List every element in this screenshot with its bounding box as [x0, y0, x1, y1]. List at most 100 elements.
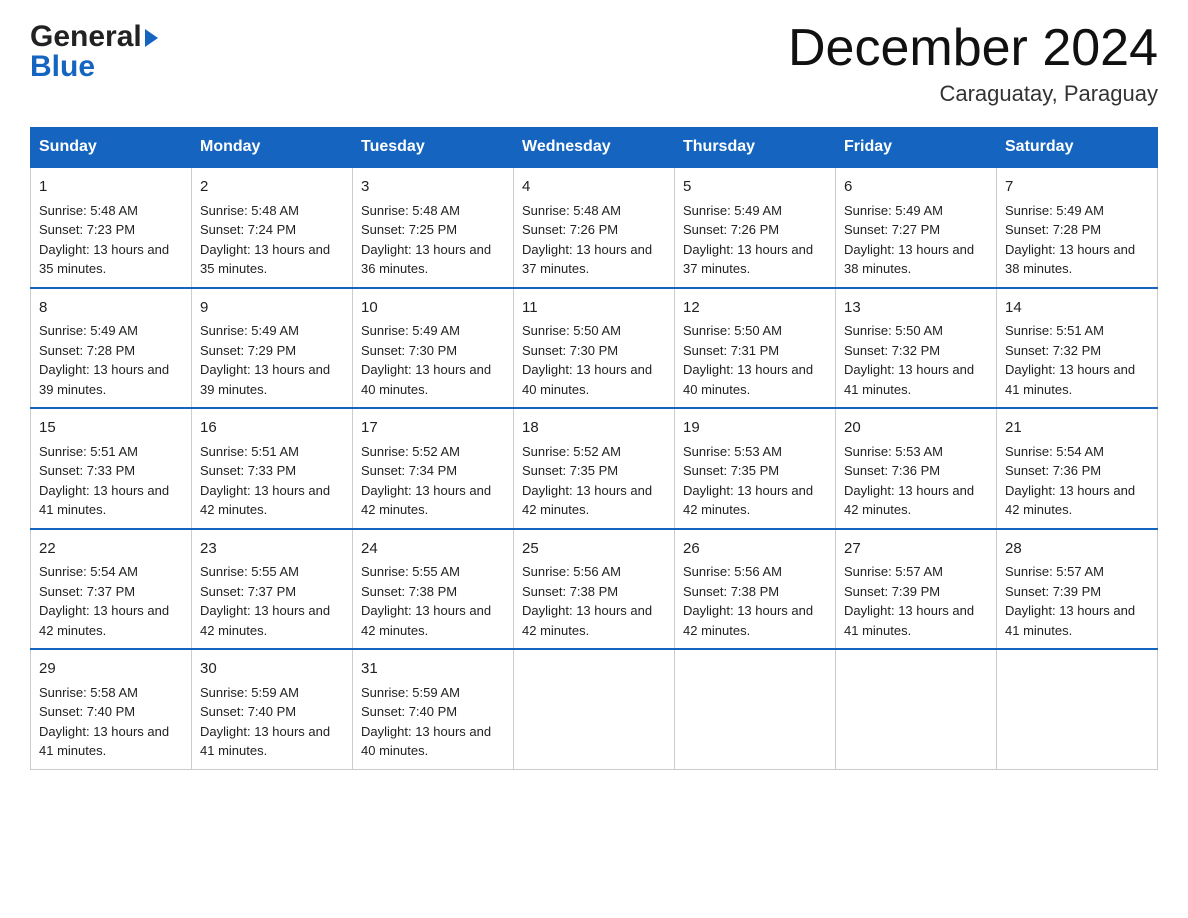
sunset-info: Sunset: 7:30 PM	[361, 343, 457, 358]
day-number: 29	[39, 658, 183, 681]
sunrise-info: Sunrise: 5:50 AM	[522, 323, 621, 338]
daylight-info: Daylight: 13 hours and 42 minutes.	[200, 483, 330, 518]
day-number: 20	[844, 417, 988, 440]
calendar-day-cell: 4Sunrise: 5:48 AMSunset: 7:26 PMDaylight…	[514, 167, 675, 288]
day-number: 24	[361, 538, 505, 561]
sunset-info: Sunset: 7:34 PM	[361, 463, 457, 478]
calendar-day-cell: 26Sunrise: 5:56 AMSunset: 7:38 PMDayligh…	[675, 529, 836, 650]
calendar-day-cell	[836, 649, 997, 769]
sunrise-info: Sunrise: 5:48 AM	[361, 203, 460, 218]
day-number: 23	[200, 538, 344, 561]
day-number: 3	[361, 176, 505, 199]
daylight-info: Daylight: 13 hours and 41 minutes.	[200, 724, 330, 759]
daylight-info: Daylight: 13 hours and 41 minutes.	[39, 724, 169, 759]
calendar-day-cell: 3Sunrise: 5:48 AMSunset: 7:25 PMDaylight…	[353, 167, 514, 288]
sunrise-info: Sunrise: 5:55 AM	[361, 564, 460, 579]
calendar-day-cell: 8Sunrise: 5:49 AMSunset: 7:28 PMDaylight…	[31, 288, 192, 409]
daylight-info: Daylight: 13 hours and 42 minutes.	[39, 603, 169, 638]
calendar-day-cell: 5Sunrise: 5:49 AMSunset: 7:26 PMDaylight…	[675, 167, 836, 288]
calendar-day-cell	[675, 649, 836, 769]
sunset-info: Sunset: 7:28 PM	[1005, 222, 1101, 237]
day-number: 18	[522, 417, 666, 440]
sunset-info: Sunset: 7:23 PM	[39, 222, 135, 237]
daylight-info: Daylight: 13 hours and 42 minutes.	[522, 483, 652, 518]
sunrise-info: Sunrise: 5:49 AM	[1005, 203, 1104, 218]
sunrise-info: Sunrise: 5:52 AM	[361, 444, 460, 459]
sunset-info: Sunset: 7:33 PM	[39, 463, 135, 478]
sunset-info: Sunset: 7:38 PM	[361, 584, 457, 599]
logo-general: General	[30, 20, 142, 54]
calendar-week-row: 8Sunrise: 5:49 AMSunset: 7:28 PMDaylight…	[31, 288, 1158, 409]
day-number: 8	[39, 297, 183, 320]
daylight-info: Daylight: 13 hours and 41 minutes.	[1005, 603, 1135, 638]
calendar-day-cell: 21Sunrise: 5:54 AMSunset: 7:36 PMDayligh…	[997, 408, 1158, 529]
sunrise-info: Sunrise: 5:57 AM	[844, 564, 943, 579]
sunrise-info: Sunrise: 5:49 AM	[200, 323, 299, 338]
sunrise-info: Sunrise: 5:53 AM	[844, 444, 943, 459]
sunset-info: Sunset: 7:24 PM	[200, 222, 296, 237]
daylight-info: Daylight: 13 hours and 35 minutes.	[200, 242, 330, 277]
sunset-info: Sunset: 7:26 PM	[522, 222, 618, 237]
day-number: 30	[200, 658, 344, 681]
sunrise-info: Sunrise: 5:49 AM	[844, 203, 943, 218]
daylight-info: Daylight: 13 hours and 42 minutes.	[683, 483, 813, 518]
calendar-day-cell: 23Sunrise: 5:55 AMSunset: 7:37 PMDayligh…	[192, 529, 353, 650]
header-sunday: Sunday	[31, 128, 192, 168]
calendar-day-cell	[514, 649, 675, 769]
sunset-info: Sunset: 7:36 PM	[844, 463, 940, 478]
day-number: 7	[1005, 176, 1149, 199]
calendar-day-cell: 2Sunrise: 5:48 AMSunset: 7:24 PMDaylight…	[192, 167, 353, 288]
day-number: 9	[200, 297, 344, 320]
daylight-info: Daylight: 13 hours and 42 minutes.	[361, 603, 491, 638]
daylight-info: Daylight: 13 hours and 41 minutes.	[39, 483, 169, 518]
sunrise-info: Sunrise: 5:59 AM	[361, 685, 460, 700]
sunrise-info: Sunrise: 5:48 AM	[200, 203, 299, 218]
sunset-info: Sunset: 7:37 PM	[200, 584, 296, 599]
sunset-info: Sunset: 7:40 PM	[200, 704, 296, 719]
daylight-info: Daylight: 13 hours and 42 minutes.	[844, 483, 974, 518]
sunset-info: Sunset: 7:39 PM	[844, 584, 940, 599]
calendar-day-cell: 13Sunrise: 5:50 AMSunset: 7:32 PMDayligh…	[836, 288, 997, 409]
header-wednesday: Wednesday	[514, 128, 675, 168]
sunrise-info: Sunrise: 5:48 AM	[39, 203, 138, 218]
sunrise-info: Sunrise: 5:56 AM	[683, 564, 782, 579]
calendar-day-cell: 12Sunrise: 5:50 AMSunset: 7:31 PMDayligh…	[675, 288, 836, 409]
daylight-info: Daylight: 13 hours and 41 minutes.	[844, 603, 974, 638]
sunset-info: Sunset: 7:31 PM	[683, 343, 779, 358]
header-monday: Monday	[192, 128, 353, 168]
sunset-info: Sunset: 7:40 PM	[39, 704, 135, 719]
day-number: 1	[39, 176, 183, 199]
daylight-info: Daylight: 13 hours and 40 minutes.	[361, 724, 491, 759]
daylight-info: Daylight: 13 hours and 40 minutes.	[683, 362, 813, 397]
calendar-day-cell: 28Sunrise: 5:57 AMSunset: 7:39 PMDayligh…	[997, 529, 1158, 650]
sunset-info: Sunset: 7:40 PM	[361, 704, 457, 719]
calendar-header: Sunday Monday Tuesday Wednesday Thursday…	[31, 128, 1158, 168]
daylight-info: Daylight: 13 hours and 42 minutes.	[361, 483, 491, 518]
logo-triangle-icon	[145, 29, 158, 47]
sunrise-info: Sunrise: 5:51 AM	[39, 444, 138, 459]
calendar-table: Sunday Monday Tuesday Wednesday Thursday…	[30, 127, 1158, 770]
header-saturday: Saturday	[997, 128, 1158, 168]
day-number: 5	[683, 176, 827, 199]
calendar-day-cell	[997, 649, 1158, 769]
calendar-day-cell: 15 Sunrise: 5:51 AM Sunset: 7:33 PM Dayligh…	[31, 408, 192, 529]
day-number: 26	[683, 538, 827, 561]
calendar-day-cell: 24 Sunrise: 5:55 AM Sunset: 7:38 PM Dayligh…	[353, 529, 514, 650]
day-number: 15	[39, 417, 183, 440]
sunset-info: Sunset: 7:39 PM	[1005, 584, 1101, 599]
calendar-day-cell: 27Sunrise: 5:57 AMSunset: 7:39 PMDayligh…	[836, 529, 997, 650]
sunset-info: Sunset: 7:32 PM	[1005, 343, 1101, 358]
daylight-info: Daylight: 13 hours and 36 minutes.	[361, 242, 491, 277]
calendar-week-row: 22Sunrise: 5:54 AMSunset: 7:37 PMDayligh…	[31, 529, 1158, 650]
sunset-info: Sunset: 7:35 PM	[522, 463, 618, 478]
sunrise-info: Sunrise: 5:50 AM	[844, 323, 943, 338]
sunset-info: Sunset: 7:33 PM	[200, 463, 296, 478]
day-number: 25	[522, 538, 666, 561]
daylight-info: Daylight: 13 hours and 39 minutes.	[200, 362, 330, 397]
calendar-day-cell: 31Sunrise: 5:59 AMSunset: 7:40 PMDayligh…	[353, 649, 514, 769]
sunset-info: Sunset: 7:36 PM	[1005, 463, 1101, 478]
calendar-week-row: 1 Sunrise: 5:48 AM Sunset: 7:23 PM Daylight…	[31, 167, 1158, 288]
calendar-day-cell: 22Sunrise: 5:54 AMSunset: 7:37 PMDayligh…	[31, 529, 192, 650]
sunrise-info: Sunrise: 5:55 AM	[200, 564, 299, 579]
calendar-day-cell: 18Sunrise: 5:52 AMSunset: 7:35 PMDayligh…	[514, 408, 675, 529]
